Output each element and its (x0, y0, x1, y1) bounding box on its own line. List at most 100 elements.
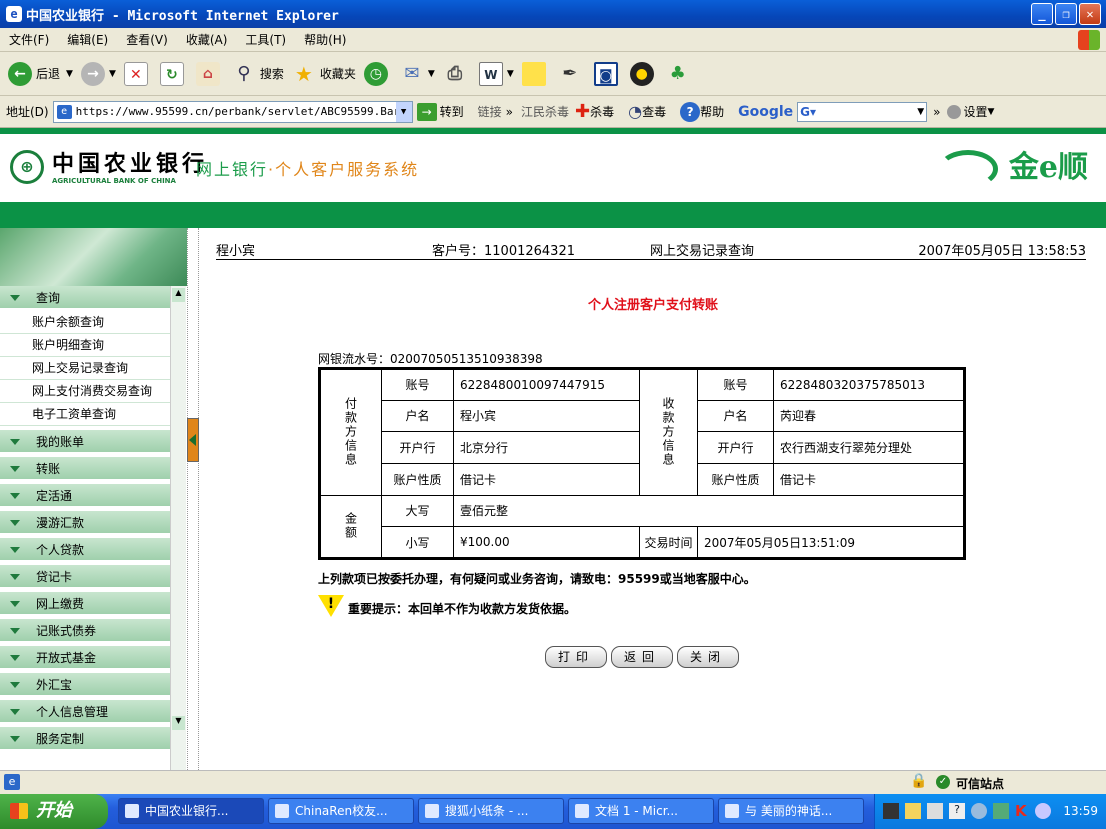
nav-cat-payment[interactable]: 网上缴费 (0, 592, 170, 616)
task-word-doc[interactable]: 文档 1 - Micr... (568, 798, 714, 824)
nav-cat-forex[interactable]: 外汇宝 (0, 673, 170, 697)
payer-label: 付款方信息 (319, 368, 382, 496)
nav-cat-bill[interactable]: 我的账单 (0, 430, 170, 454)
nav-sub-online-payment[interactable]: 网上支付消费交易查询 (0, 380, 170, 403)
menu-bar: 文件(F) 编辑(E) 查看(V) 收藏(A) 工具(T) 帮助(H) (0, 28, 1106, 52)
back-arrow-icon: ← (8, 61, 32, 86)
home-button[interactable]: ⌂ (195, 61, 224, 86)
edit-button[interactable]: W ▼ (478, 61, 514, 86)
nav-sub-detail[interactable]: 账户明细查询 (0, 334, 170, 357)
close-page-button[interactable]: 关闭 (677, 646, 739, 668)
nav-sub-payslip[interactable]: 电子工资单查询 (0, 403, 170, 426)
nav-cat-query[interactable]: 查询 (0, 286, 170, 310)
history-button[interactable]: ◷ (363, 61, 392, 86)
check-virus-button[interactable]: ◔ 查毒 (628, 102, 666, 121)
back-button[interactable]: ← 后退 ▼ (8, 61, 73, 86)
amount-lower: ¥100.00 (453, 526, 640, 559)
mail-icon: ✉ (404, 62, 420, 84)
msn-buddy-icon: ♣ (669, 62, 686, 84)
google-dropdown-icon[interactable]: ▼ (917, 107, 924, 117)
start-button[interactable]: 开始 (0, 794, 108, 829)
menu-file[interactable]: 文件(F) (9, 31, 49, 48)
status-bar: e 🔒 ✓ 可信站点 (0, 770, 1106, 794)
task-chinaren[interactable]: ChinaRen校友... (268, 798, 414, 824)
serial-number: 网银流水号：020070505135109383​98 (318, 352, 543, 366)
research-button[interactable]: ✒ (558, 62, 586, 86)
msn-button[interactable]: ♣ (666, 62, 694, 86)
go-button[interactable]: 转到 (440, 103, 464, 120)
tray-app-icon[interactable] (883, 803, 899, 819)
mail-button[interactable]: ✉ ▼ (400, 62, 434, 86)
task-chat[interactable]: 与 美丽的神话... (718, 798, 864, 824)
nav-sub-online-records[interactable]: 网上交易记录查询 (0, 357, 170, 380)
print-button[interactable]: 打印 (545, 646, 607, 668)
edit-dropdown-icon: ▼ (506, 68, 514, 79)
google-search-box[interactable]: G▾ ▼ (797, 101, 928, 122)
links-button[interactable]: 链接 (478, 103, 502, 120)
address-bar: 地址(D) e https://www.95599.cn/perbank/ser… (0, 96, 1106, 128)
tray-keyboard-icon[interactable] (927, 803, 943, 819)
more-links-icon[interactable]: » (506, 105, 513, 119)
nav-cat-credit-card[interactable]: 贷记卡 (0, 565, 170, 589)
menu-help[interactable]: 帮助(H) (304, 31, 346, 48)
tray-volume-icon[interactable] (1035, 803, 1051, 819)
refresh-button[interactable]: ↻ (159, 61, 188, 86)
task-sohu[interactable]: 搜狐小纸条 - ... (418, 798, 564, 824)
tray-network-icon[interactable] (993, 803, 1009, 819)
tray-help-icon[interactable]: ? (949, 803, 965, 819)
payer-bank: 北京分行 (453, 431, 640, 464)
kill-virus-button[interactable]: ✚ 杀毒 (575, 101, 614, 122)
tray-arrow-icon[interactable] (971, 803, 987, 819)
note-button[interactable] (521, 61, 550, 86)
menu-tools[interactable]: 工具(T) (245, 31, 286, 48)
search-icon: ⚲ (237, 62, 251, 84)
search-button[interactable]: ⚲ 搜索 (232, 62, 284, 86)
collapse-nav-icon[interactable] (187, 418, 199, 462)
scroll-down-icon[interactable]: ▼ (172, 716, 185, 730)
nav-cat-roaming[interactable]: 漫游汇款 (0, 511, 170, 535)
brand-logo: 金e顺 (1008, 150, 1088, 185)
menu-favorites[interactable]: 收藏(A) (186, 31, 228, 48)
task-abc-bank[interactable]: 中国农业银行... (118, 798, 264, 824)
favorites-button[interactable]: ★ 收藏夹 (292, 62, 356, 86)
nav-cat-loan[interactable]: 个人贷款 (0, 538, 170, 562)
tray-k-icon[interactable]: K (1015, 802, 1027, 820)
refresh-icon: ↻ (159, 61, 184, 86)
stop-button[interactable]: ✕ (123, 61, 152, 86)
bank-logo-icon: ⊕ (10, 150, 44, 184)
payee-bank: 农行西湖支行翠苑分理处 (773, 431, 965, 464)
qq-button[interactable]: ● (629, 61, 658, 86)
settings-button[interactable]: 设置 ▼ (946, 103, 994, 120)
help-button[interactable]: ? 帮助 (680, 101, 725, 122)
scroll-up-icon[interactable]: ▲ (172, 288, 185, 302)
nav-cat-personal-info[interactable]: 个人信息管理 (0, 700, 170, 724)
nav-sub-balance[interactable]: 账户余额查询 (0, 311, 170, 334)
nav-cat-funds[interactable]: 开放式基金 (0, 646, 170, 670)
google-more-icon[interactable]: » (933, 105, 940, 119)
nav-cat-dinghuotong[interactable]: 定活通 (0, 484, 170, 508)
messenger-button[interactable]: ◙ (593, 61, 622, 86)
url-dropdown-icon[interactable]: ▼ (395, 101, 412, 122)
nav-cat-bonds[interactable]: 记账式债券 (0, 619, 170, 643)
nav-cat-transfer[interactable]: 转账 (0, 457, 170, 481)
url-input[interactable]: e https://www.95599.cn/perbank/servlet/A… (52, 100, 413, 123)
red-cross-icon: ✚ (575, 101, 591, 122)
minimize-button[interactable]: _ (1031, 3, 1053, 25)
bank-name: 中国农业银行 (52, 151, 209, 177)
go-arrow-icon[interactable]: → (416, 102, 437, 121)
back-page-button[interactable]: 返回 (611, 646, 673, 668)
help-label: 帮助 (700, 105, 725, 119)
tray-pen-icon[interactable] (905, 803, 921, 819)
maximize-button[interactable]: ❐ (1055, 3, 1077, 25)
back-dropdown-icon[interactable]: ▼ (66, 69, 73, 79)
menu-view[interactable]: 查看(V) (126, 31, 168, 48)
menu-edit[interactable]: 编辑(E) (67, 31, 108, 48)
trade-time: 2007年05月05日13:51:09 (697, 526, 965, 559)
nav-cat-service[interactable]: 服务定制 (0, 727, 170, 751)
forward-button[interactable]: → ▼ (80, 61, 116, 86)
nav-scrollbar[interactable]: ▲ ▼ (170, 286, 186, 770)
print-toolbar-button[interactable]: ⎙ (443, 62, 471, 86)
receipt-table: 付款方信息 账号 6228480010097447915 收款方信息 账号 62… (318, 367, 966, 560)
close-window-button[interactable]: ✕ (1079, 3, 1101, 25)
help-icon: ? (680, 101, 701, 122)
